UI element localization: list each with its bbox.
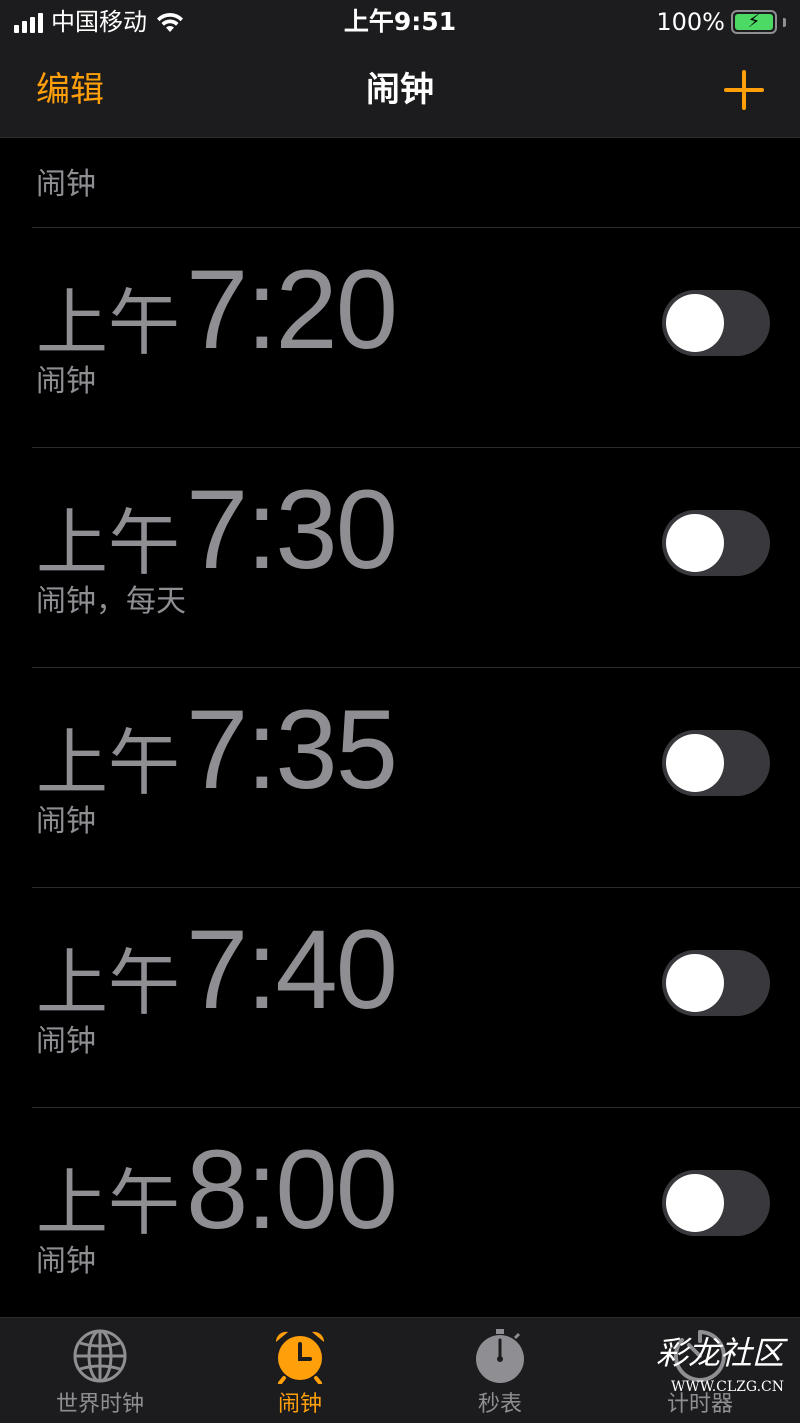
alarm-label: 闹钟 — [36, 364, 96, 399]
watermark-url: WWW.CLZG.CN — [670, 1379, 784, 1395]
tab-label: 闹钟 — [277, 1392, 322, 1417]
alarm-toggle[interactable] — [662, 290, 770, 356]
alarm-clock-time: 7:40 — [186, 907, 398, 1032]
status-bar: 中国移动 上午9:51 100% ⚡ — [0, 0, 800, 44]
alarm-row[interactable]: 上午 8:00 闹钟 — [0, 1108, 800, 1317]
alarm-clock-time: 8:00 — [186, 1127, 398, 1252]
battery-percentage: 100% — [656, 8, 725, 36]
alarm-label-partial: 闹钟 — [36, 167, 96, 202]
watermark-text: 彩龙社区 — [655, 1334, 784, 1372]
alarm-label: 闹钟 — [36, 1244, 96, 1279]
tab-label: 秒表 — [477, 1392, 522, 1417]
tab-alarm[interactable]: 闹钟 — [200, 1318, 400, 1423]
alarm-clock-time: 7:20 — [186, 247, 398, 372]
stopwatch-icon — [476, 1329, 524, 1383]
alarm-time: 上午 7:30 — [36, 467, 398, 593]
alarm-toggle[interactable] — [662, 510, 770, 576]
page-title: 闹钟 — [366, 70, 434, 110]
alarm-label: 闹钟 — [36, 1024, 96, 1059]
battery-tip — [783, 17, 786, 27]
alarm-row[interactable]: 上午 7:40 闹钟 — [0, 888, 800, 1108]
toggle-knob — [666, 734, 724, 792]
alarm-row[interactable]: 上午 7:20 闹钟 — [0, 228, 800, 448]
toggle-knob — [666, 1174, 724, 1232]
alarm-ampm: 上午 — [36, 941, 181, 1025]
alarm-time: 上午 8:00 — [36, 1127, 398, 1253]
alarm-ampm: 上午 — [36, 1161, 181, 1245]
alarm-list[interactable]: 闹钟 上午 7:20 闹钟 上午 7:30 闹钟，每天 上午 7:35 闹钟 上… — [0, 139, 800, 1317]
alarm-time: 上午 7:35 — [36, 687, 398, 813]
alarm-clock-time: 7:30 — [186, 467, 398, 592]
alarm-ampm: 上午 — [36, 721, 181, 805]
battery-icon: ⚡ — [731, 10, 777, 34]
alarm-toggle[interactable] — [662, 730, 770, 796]
alarm-row[interactable]: 上午 7:35 闹钟 — [0, 668, 800, 888]
alarm-label: 闹钟，每天 — [36, 584, 186, 619]
plus-icon[interactable] — [724, 70, 764, 110]
toggle-knob — [666, 514, 724, 572]
alarm-toggle[interactable] — [662, 1170, 770, 1236]
navigation-bar: 编辑 闹钟 — [0, 44, 800, 138]
watermark: 彩龙社区 WWW.CLZG.CN — [634, 1328, 784, 1408]
alarm-ampm: 上午 — [36, 501, 181, 585]
globe-icon — [73, 1329, 127, 1383]
toggle-knob — [666, 294, 724, 352]
tab-label: 世界时钟 — [55, 1392, 144, 1417]
alarm-toggle[interactable] — [662, 950, 770, 1016]
status-right: 100% ⚡ — [656, 8, 786, 36]
alarm-ampm: 上午 — [36, 281, 181, 365]
alarm-row[interactable]: 上午 7:30 闹钟，每天 — [0, 448, 800, 668]
alarm-clock-time: 7:35 — [186, 687, 398, 812]
alarm-time: 上午 7:20 — [36, 247, 398, 373]
charging-bolt-icon: ⚡ — [747, 11, 761, 32]
alarm-clock-icon — [275, 1331, 325, 1384]
tab-world-clock[interactable]: 世界时钟 — [0, 1318, 200, 1423]
toggle-knob — [666, 954, 724, 1012]
tab-stopwatch[interactable]: 秒表 — [400, 1318, 600, 1423]
alarm-label: 闹钟 — [36, 804, 96, 839]
alarm-time: 上午 7:40 — [36, 907, 398, 1033]
